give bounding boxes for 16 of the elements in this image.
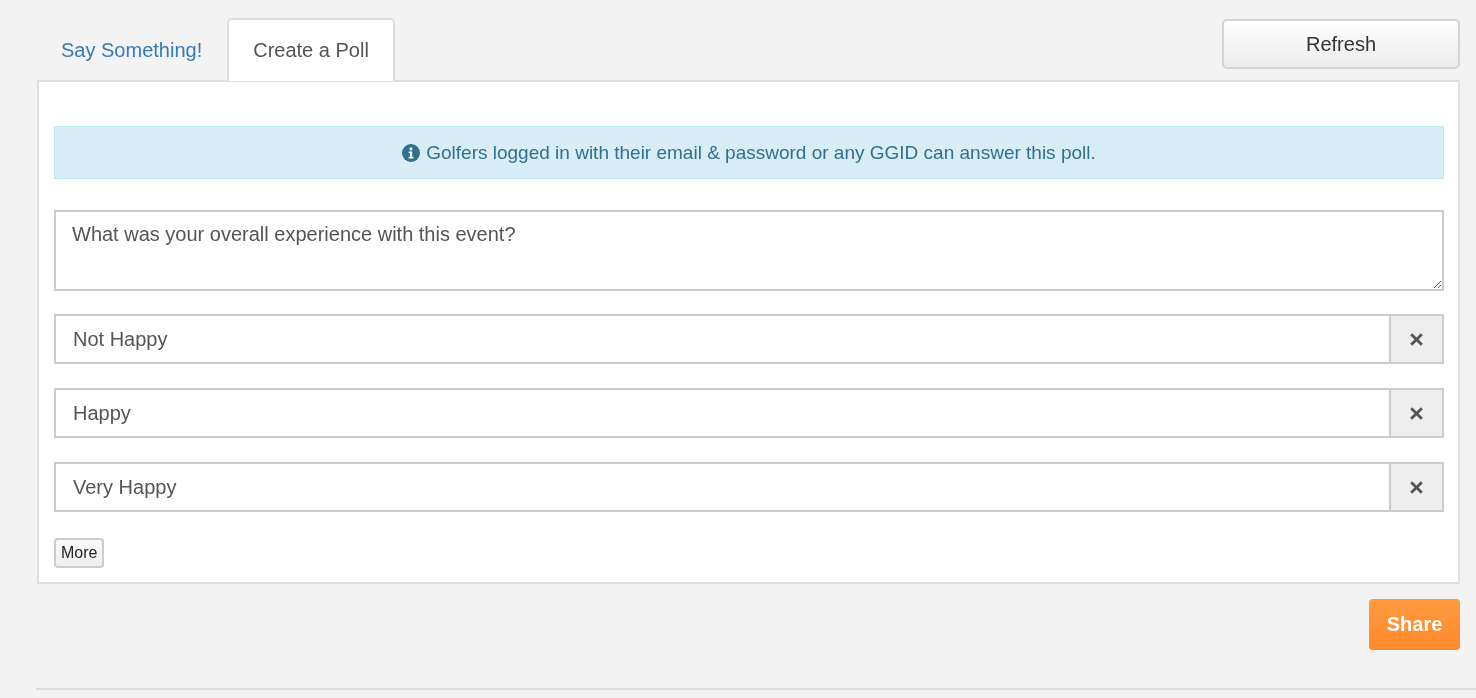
option-field[interactable]: Very Happy bbox=[54, 462, 1389, 512]
tab[interactable]: Create a Poll bbox=[227, 18, 395, 81]
question-field[interactable]: What was your overall experience with this event? bbox=[54, 210, 1444, 291]
refresh-button[interactable]: Refresh bbox=[1222, 19, 1460, 69]
info-icon bbox=[402, 143, 421, 162]
tab[interactable]: Say Something! bbox=[36, 18, 228, 81]
remove-option-button[interactable] bbox=[1389, 314, 1444, 364]
close-icon bbox=[1409, 331, 1424, 347]
more-button[interactable]: More bbox=[54, 538, 105, 568]
close-icon bbox=[1409, 405, 1424, 421]
info-text: Golfers logged in with their email & password or any GGID can answer this poll. bbox=[426, 141, 1096, 164]
remove-option-button[interactable] bbox=[1389, 388, 1444, 438]
remove-option-button[interactable] bbox=[1389, 462, 1444, 512]
close-icon bbox=[1409, 479, 1424, 495]
option-field[interactable]: Not Happy bbox=[54, 314, 1389, 364]
option-field[interactable]: Happy bbox=[54, 388, 1389, 438]
